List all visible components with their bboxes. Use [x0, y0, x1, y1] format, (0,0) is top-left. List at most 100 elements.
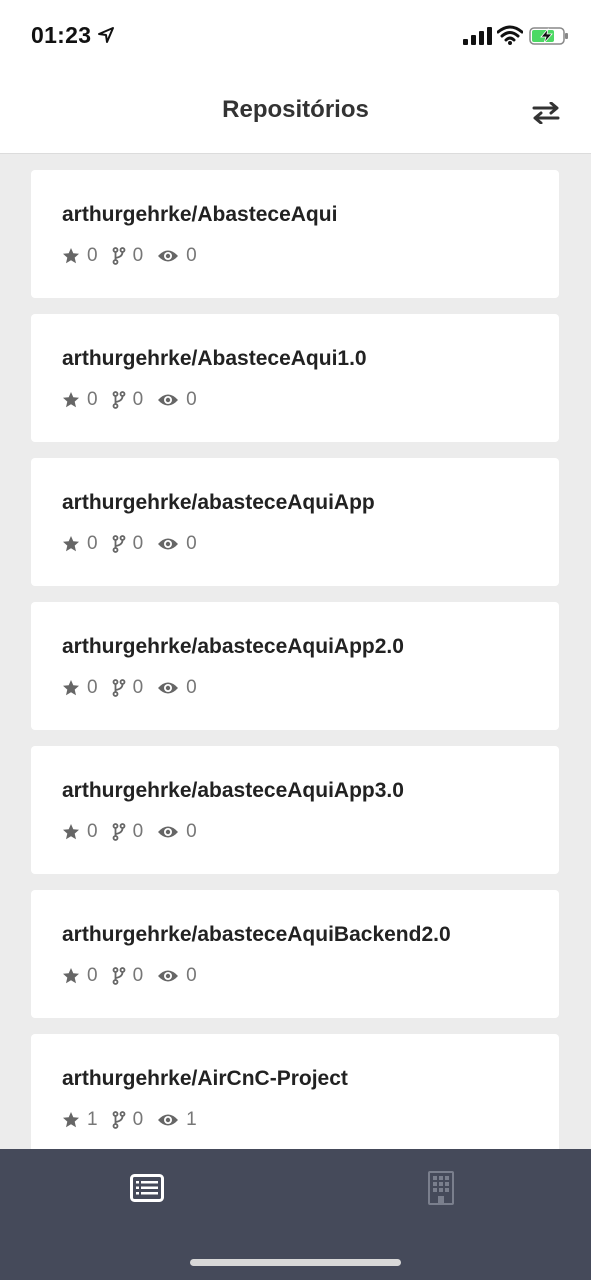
repo-card[interactable]: arthurgehrke/abasteceAquiApp 0 0 0	[31, 458, 559, 586]
watchers-stat: 0	[157, 245, 197, 267]
repo-stats: 1 0 1	[62, 1109, 211, 1131]
wifi-icon	[497, 25, 523, 45]
eye-icon	[158, 682, 179, 694]
star-icon	[63, 968, 79, 984]
repo-stats: 0 0 0	[62, 965, 211, 987]
tab-organizations[interactable]	[424, 1169, 458, 1207]
repo-stats: 0 0 0	[62, 389, 211, 411]
star-icon	[63, 248, 79, 264]
stars-stat: 0	[62, 533, 98, 555]
forks-count: 0	[132, 389, 144, 410]
eye-icon	[158, 1114, 179, 1126]
forks-count: 0	[132, 821, 144, 842]
watchers-stat: 0	[157, 821, 197, 843]
eye-icon	[158, 394, 179, 406]
watchers-count: 0	[186, 965, 197, 986]
repo-name: arthurgehrke/abasteceAquiApp2.0	[62, 635, 404, 658]
stars-count: 0	[87, 389, 98, 410]
forks-stat: 0	[112, 533, 144, 555]
forks-stat: 0	[112, 245, 144, 267]
eye-icon	[158, 826, 179, 838]
tab-repositories[interactable]	[126, 1171, 168, 1205]
home-indicator	[190, 1259, 401, 1266]
fork-icon	[112, 247, 125, 265]
repo-card[interactable]: arthurgehrke/abasteceAquiApp2.0 0 0 0	[31, 602, 559, 730]
star-icon	[63, 824, 79, 840]
stars-count: 1	[87, 1109, 98, 1130]
star-icon	[63, 392, 79, 408]
repo-name: arthurgehrke/AbasteceAqui1.0	[62, 347, 367, 370]
forks-stat: 0	[112, 965, 144, 987]
repo-stats: 0 0 0	[62, 821, 211, 843]
fork-icon	[112, 391, 125, 409]
swap-arrows-icon	[532, 102, 560, 124]
forks-count: 0	[132, 245, 144, 266]
repo-card[interactable]: arthurgehrke/AbasteceAqui 0 0 0	[31, 170, 559, 298]
star-icon	[63, 1112, 79, 1128]
star-icon	[63, 536, 79, 552]
app-screen: 01:23 Repositórios arthurgehrke/Abastece…	[0, 0, 591, 1280]
stars-stat: 0	[62, 821, 98, 843]
watchers-stat: 0	[157, 389, 197, 411]
eye-icon	[158, 970, 179, 982]
forks-count: 0	[132, 1109, 144, 1130]
fork-icon	[112, 967, 125, 985]
fork-icon	[112, 535, 125, 553]
stars-count: 0	[87, 821, 98, 842]
repo-card[interactable]: arthurgehrke/AirCnC-Project 1 0 1	[31, 1034, 559, 1149]
stars-stat: 0	[62, 389, 98, 411]
watchers-count: 0	[186, 389, 197, 410]
eye-icon	[158, 250, 179, 262]
star-icon	[63, 680, 79, 696]
stars-stat: 0	[62, 245, 98, 267]
watchers-stat: 0	[157, 965, 197, 987]
repo-stats: 0 0 0	[62, 245, 211, 267]
watchers-stat: 0	[157, 533, 197, 555]
stars-stat: 1	[62, 1109, 98, 1131]
watchers-count: 0	[186, 677, 197, 698]
eye-icon	[158, 538, 179, 550]
watchers-stat: 0	[157, 677, 197, 699]
forks-count: 0	[132, 677, 144, 698]
stars-count: 0	[87, 533, 98, 554]
stars-count: 0	[87, 965, 98, 986]
stars-count: 0	[87, 677, 98, 698]
forks-count: 0	[132, 533, 144, 554]
forks-count: 0	[132, 965, 144, 986]
forks-stat: 0	[112, 1109, 144, 1131]
forks-stat: 0	[112, 389, 144, 411]
repo-card[interactable]: arthurgehrke/abasteceAquiApp3.0 0 0 0	[31, 746, 559, 874]
watchers-count: 1	[186, 1109, 197, 1130]
repo-name: arthurgehrke/abasteceAquiApp	[62, 491, 375, 514]
tab-bar	[0, 1149, 591, 1280]
location-arrow-icon	[98, 27, 114, 43]
watchers-count: 0	[186, 821, 197, 842]
building-icon	[428, 1171, 454, 1205]
repo-name: arthurgehrke/AirCnC-Project	[62, 1067, 348, 1090]
stars-count: 0	[87, 245, 98, 266]
watchers-stat: 1	[157, 1109, 197, 1131]
stars-stat: 0	[62, 677, 98, 699]
header: Repositórios	[0, 72, 591, 154]
page-title: Repositórios	[222, 96, 369, 123]
watchers-count: 0	[186, 533, 197, 554]
repo-name: arthurgehrke/abasteceAquiApp3.0	[62, 779, 404, 802]
repo-stats: 0 0 0	[62, 677, 211, 699]
repo-card[interactable]: arthurgehrke/AbasteceAqui1.0 0 0 0	[31, 314, 559, 442]
repo-name: arthurgehrke/abasteceAquiBackend2.0	[62, 923, 451, 946]
list-alt-icon	[130, 1174, 164, 1202]
fork-icon	[112, 679, 125, 697]
forks-stat: 0	[112, 821, 144, 843]
signal-icon	[463, 27, 492, 45]
forks-stat: 0	[112, 677, 144, 699]
swap-button[interactable]	[530, 99, 562, 127]
repo-card[interactable]: arthurgehrke/abasteceAquiBackend2.0 0 0 0	[31, 890, 559, 1018]
status-bar: 01:23	[0, 0, 591, 72]
battery-charging-icon	[529, 27, 568, 45]
repo-list[interactable]: arthurgehrke/AbasteceAqui 0 0 0 arthurgehrke…	[0, 154, 591, 1149]
watchers-count: 0	[186, 245, 197, 266]
fork-icon	[112, 823, 125, 841]
stars-stat: 0	[62, 965, 98, 987]
repo-name: arthurgehrke/AbasteceAqui	[62, 203, 338, 226]
status-time: 01:23	[31, 22, 92, 48]
